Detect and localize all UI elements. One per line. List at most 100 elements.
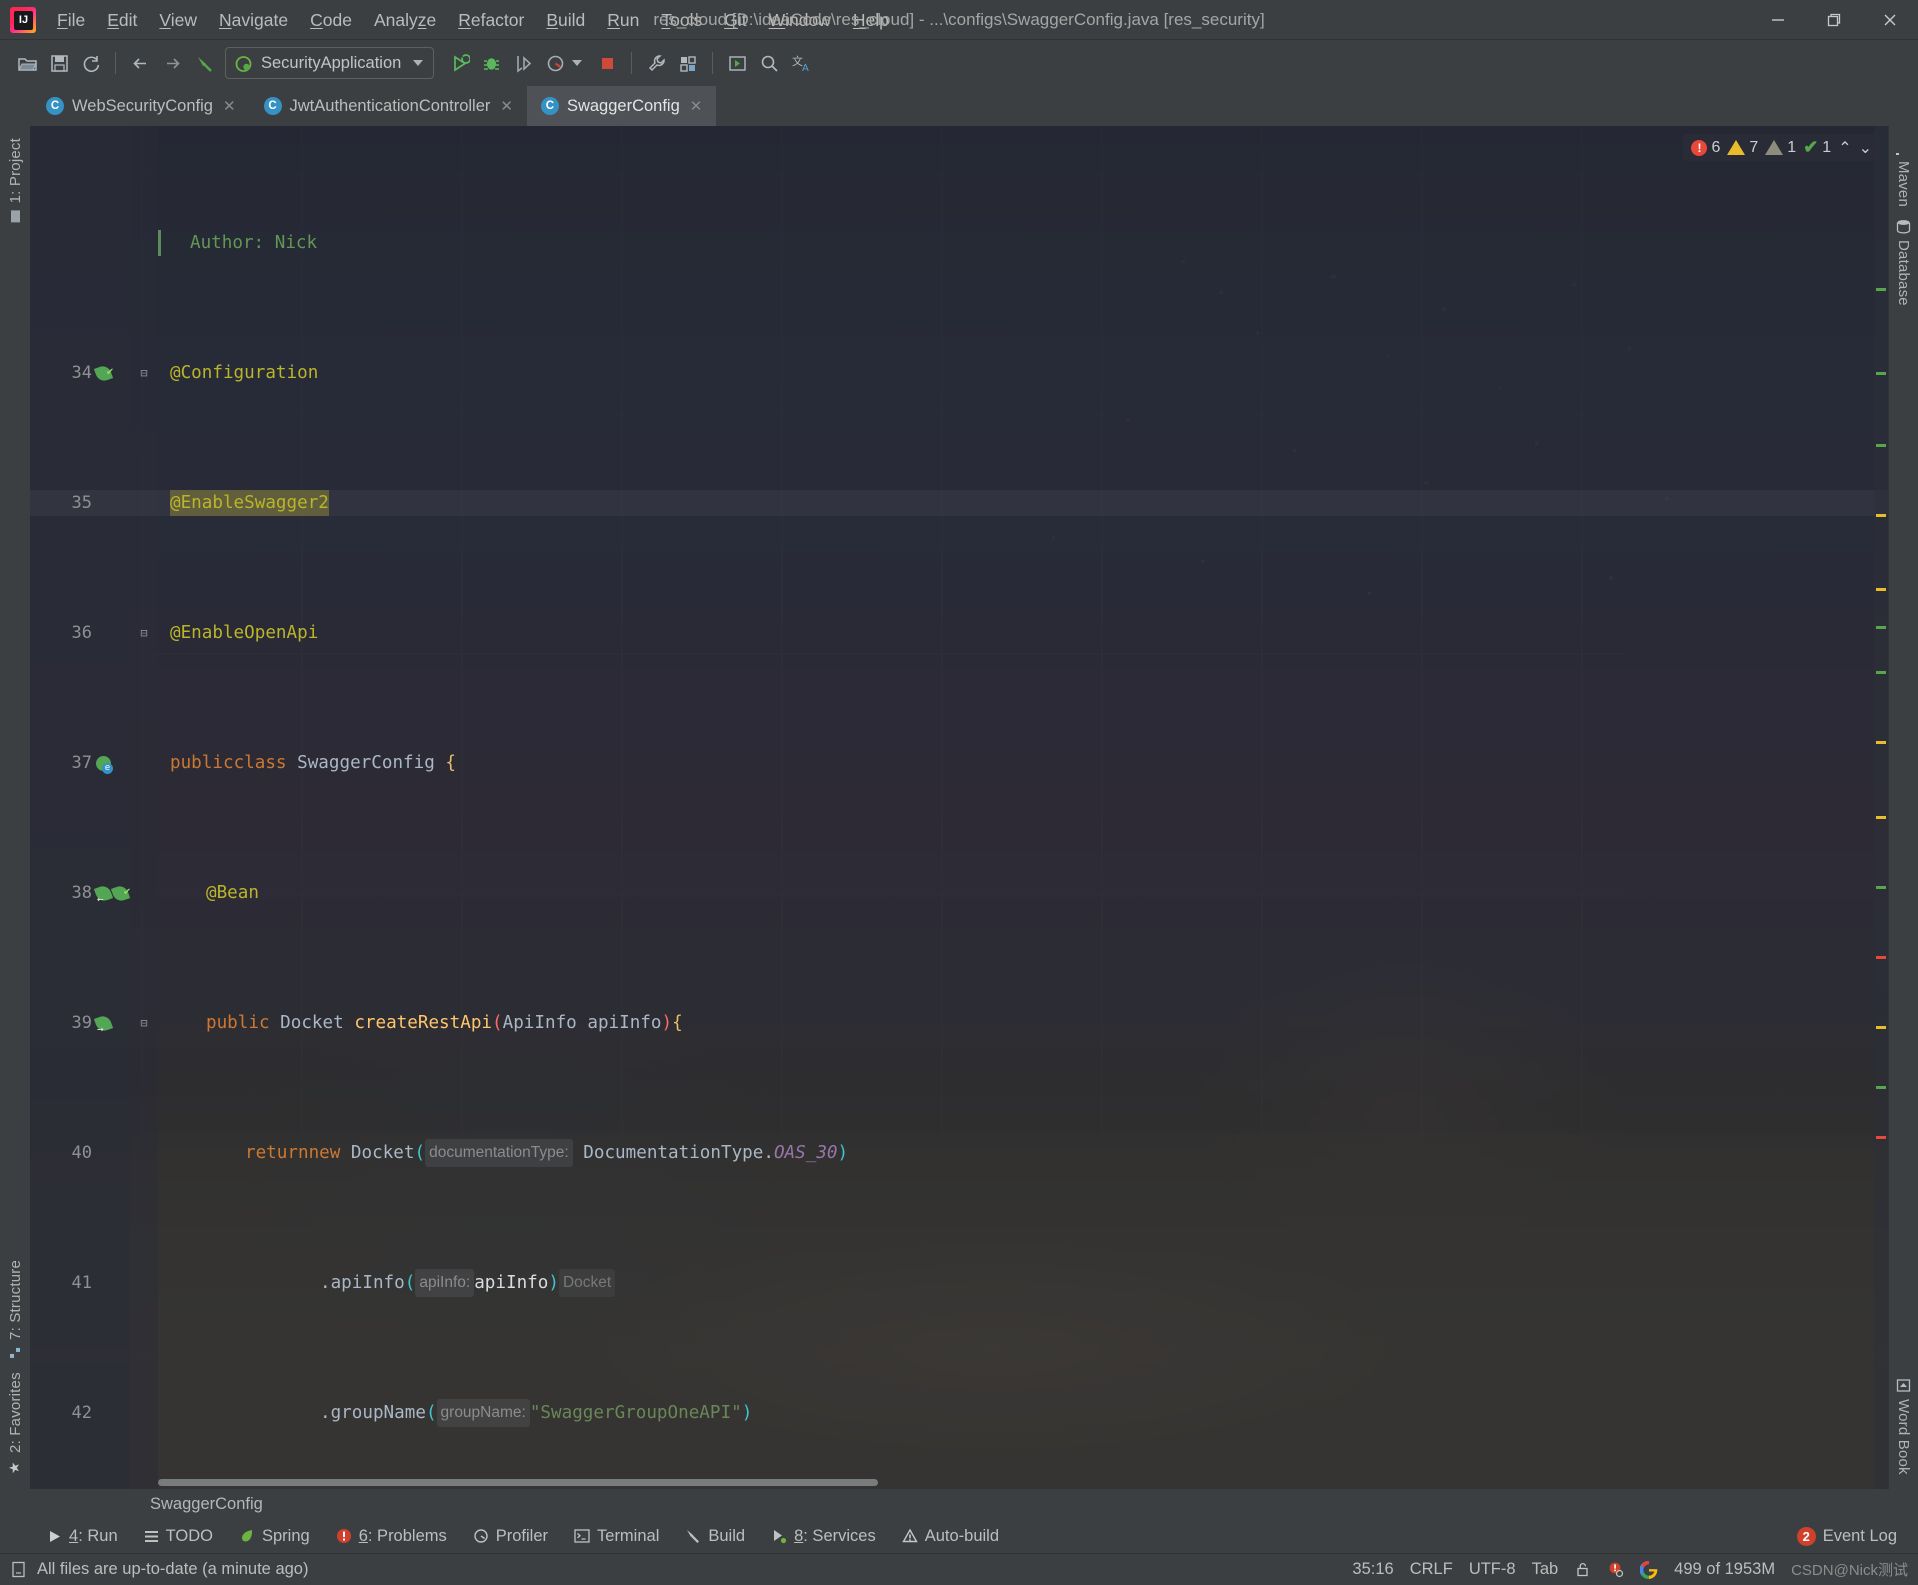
stripe-mark[interactable] [1876,886,1886,889]
stripe-mark[interactable] [1876,671,1886,674]
sidebar-item-favorites[interactable]: ★ 2: Favorites [7,1366,24,1481]
stripe-mark[interactable] [1876,588,1886,591]
stripe-mark[interactable] [1876,1136,1886,1139]
toolwindow-services[interactable]: 8: Services [758,1524,889,1549]
indent-setting[interactable]: Tab [1532,1560,1559,1579]
search-everywhere-icon[interactable] [754,48,784,78]
sidebar-item-maven[interactable]: m Maven [1895,134,1912,213]
inspection-widget[interactable]: ! 6 7 1 ✔ 1 ⌃ ⌄ [1683,134,1880,161]
menu-edit[interactable]: Edit [96,6,148,34]
spring-config-icon[interactable] [96,755,113,774]
open-folder-icon[interactable] [12,48,42,78]
spring-bean-icon[interactable] [93,363,114,383]
code-line[interactable]: 38 @Bean [30,880,1888,906]
stripe-mark[interactable] [1876,372,1886,375]
close-icon[interactable]: ✕ [498,97,515,115]
toolwindow-todo[interactable]: TODO [131,1524,226,1549]
menu-view[interactable]: View [148,6,208,34]
tab-websecurityconfig[interactable]: C WebSecurityConfig ✕ [32,86,250,126]
sidebar-item-structure[interactable]: 7: Structure [7,1254,24,1366]
run-icon[interactable] [444,48,474,78]
stripe-mark[interactable] [1876,1026,1886,1029]
breadcrumb[interactable]: SwaggerConfig [0,1489,1918,1519]
breadcrumb-item-swaggerconfig[interactable]: SwaggerConfig [150,1495,263,1514]
translate-icon[interactable]: 文A [786,48,816,78]
inspections-icon[interactable] [1607,1561,1624,1578]
sidebar-item-database[interactable]: Database [1895,213,1912,312]
error-stripe-marker-bar[interactable] [1874,126,1888,1489]
update-project-icon[interactable] [722,48,752,78]
maximize-button[interactable] [1806,0,1862,40]
code-editor[interactable]: Author: Nick 34 ⊟ @Configuration 35 @Ena… [30,126,1888,1489]
code-line[interactable]: 41 .apiInfo( apiInfo: apiInfo) Docket [30,1269,1888,1297]
profiler-dropdown-icon[interactable] [572,60,583,66]
sync-refresh-icon[interactable] [76,48,106,78]
navigate-back-icon[interactable] [125,48,155,78]
next-problem-button[interactable]: ⌄ [1859,138,1872,158]
menu-file[interactable]: File [46,6,96,34]
warning-count[interactable]: 7 [1727,139,1758,157]
debug-icon[interactable] [476,48,506,78]
build-hammer-icon[interactable] [189,48,219,78]
weak-warning-count[interactable]: 1 [1765,139,1796,157]
code-line[interactable]: 37 public class SwaggerConfig { [30,750,1888,776]
menu-refactor[interactable]: Refactor [447,6,535,34]
spring-bean-nav-icon[interactable] [93,1013,114,1033]
close-icon[interactable]: ✕ [688,97,705,115]
google-translate-icon[interactable] [1640,1560,1658,1579]
save-all-icon[interactable] [44,48,74,78]
menu-build[interactable]: Build [535,6,596,34]
stripe-mark[interactable] [1876,741,1886,744]
file-encoding[interactable]: UTF-8 [1469,1560,1516,1579]
close-button[interactable] [1862,0,1918,40]
toolwindow-event-log[interactable]: 2 Event Log [1784,1524,1910,1549]
toolwindow-run[interactable]: 4: Run [34,1524,131,1549]
sidebar-item-project[interactable]: 1: Project [7,132,24,229]
unlock-icon[interactable] [1574,1561,1591,1578]
gutter-marks[interactable] [93,1010,136,1036]
navigate-forward-icon[interactable] [157,48,187,78]
stripe-mark[interactable] [1876,444,1886,447]
close-icon[interactable]: ✕ [221,97,238,115]
code-line[interactable]: 34 ⊟ @Configuration [30,360,1888,386]
toolwindow-profiler[interactable]: Profiler [460,1524,561,1549]
error-count[interactable]: ! 6 [1691,139,1720,157]
memory-indicator[interactable]: 499 of 1953M [1674,1560,1775,1579]
code-line[interactable]: 40 return new Docket( documentationType:… [30,1139,1888,1167]
code-line[interactable]: 39 ⊟ public Docket createRestApi(ApiInfo… [30,1010,1888,1036]
menu-help[interactable]: Help [842,6,900,34]
menu-git[interactable]: Git [713,6,757,34]
profiler-run-icon[interactable] [540,48,570,78]
line-separator[interactable]: CRLF [1410,1560,1453,1579]
project-structure-icon[interactable] [673,48,703,78]
stripe-mark[interactable] [1876,626,1886,629]
menu-analyze[interactable]: Analyze [363,6,447,34]
menu-tools[interactable]: Tools [650,6,713,34]
menu-code[interactable]: Code [299,6,363,34]
gutter-marks[interactable] [93,880,136,906]
prev-problem-button[interactable]: ⌃ [1838,138,1851,158]
settings-wrench-icon[interactable] [641,48,671,78]
caret-position[interactable]: 35:16 [1352,1560,1393,1579]
horizontal-scrollbar[interactable] [158,1477,1872,1487]
menu-run[interactable]: Run [596,6,650,34]
stripe-mark[interactable] [1876,1086,1886,1089]
stripe-mark[interactable] [1876,514,1886,517]
gutter-marks[interactable] [96,750,136,776]
stripe-mark[interactable] [1876,288,1886,291]
gutter-marks[interactable] [93,360,136,386]
run-with-coverage-icon[interactable] [508,48,538,78]
spring-bean-nav-icon[interactable] [93,883,114,903]
stop-icon[interactable] [592,48,622,78]
tab-jwtauthenticationcontroller[interactable]: C JwtAuthenticationController ✕ [250,86,527,126]
toolwindow-auto-build[interactable]: Auto-build [889,1524,1012,1549]
toolwindow-build[interactable]: Build [672,1524,758,1549]
minimize-button[interactable] [1750,0,1806,40]
code-line[interactable]: 42 .groupName( groupName: "SwaggerGroupO… [30,1399,1888,1427]
menu-navigate[interactable]: Navigate [208,6,299,34]
spring-bean-icon[interactable] [110,883,131,903]
scrollbar-thumb[interactable] [158,1479,878,1486]
run-configuration-selector[interactable]: SecurityApplication [225,47,435,79]
code-line[interactable]: 36 ⊟ @EnableOpenApi [30,620,1888,646]
code-line[interactable]: 35 @EnableSwagger2 [30,490,1888,516]
